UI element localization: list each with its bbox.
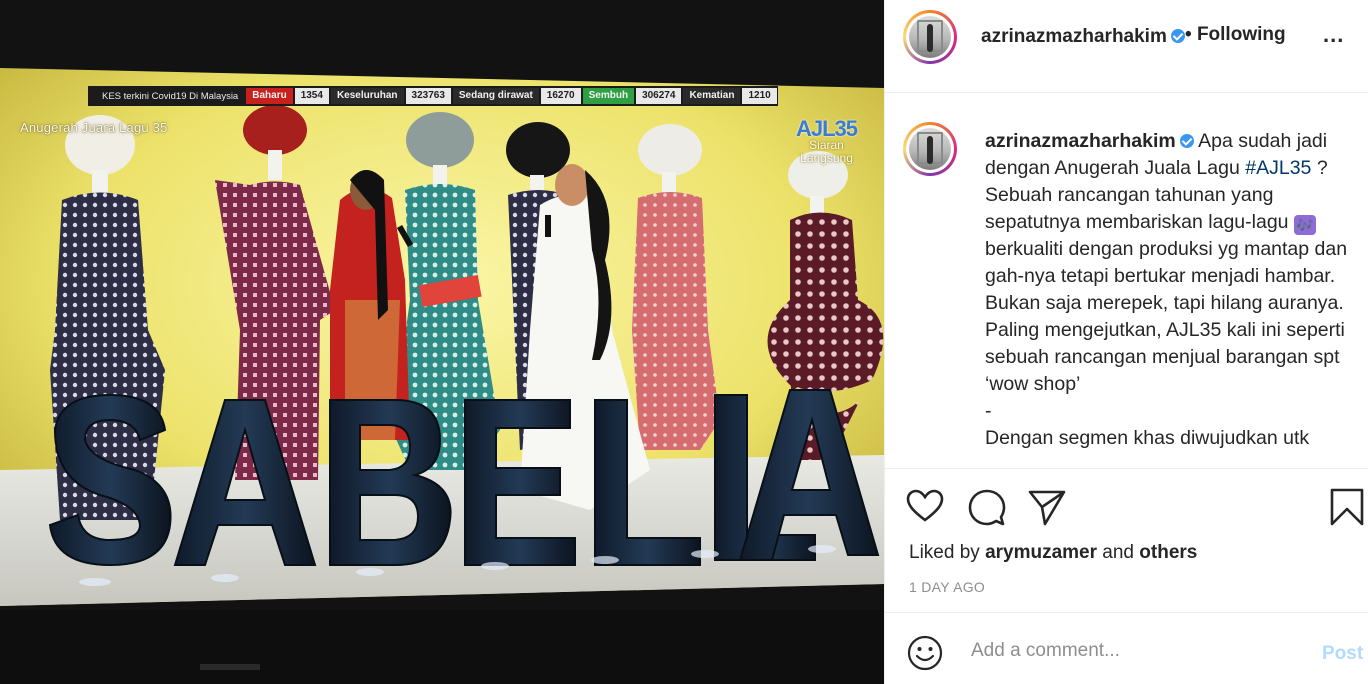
ticker-label-baharu: Baharu [246, 88, 293, 104]
post-photo[interactable]: KES terkini Covid19 Di Malaysia Baharu 1… [0, 0, 884, 684]
covid-ticker: KES terkini Covid19 Di Malaysia Baharu 1… [88, 86, 778, 106]
header-username-text[interactable]: azrinazmazharhakim [981, 26, 1167, 47]
comments-area[interactable]: azrinazmazharhakim Apa sudah jadi dengan… [885, 94, 1368, 468]
ticker-value-kematian: 1210 [742, 88, 777, 104]
post-caption: azrinazmazharhakim Apa sudah jadi dengan… [985, 128, 1355, 452]
ticker-label-sembuh: Sembuh [582, 88, 635, 104]
caption-text-3: berkualiti dengan produksi yg mantap dan… [985, 238, 1348, 395]
action-bar [885, 468, 1368, 544]
ticker-title: KES terkini Covid19 Di Malaysia [102, 90, 239, 102]
ticker-label-keseluruhan: Keseluruhan [330, 88, 404, 104]
post-side-panel: azrinazmazharhakim • Following ... azrin… [884, 0, 1368, 684]
caption-username[interactable]: azrinazmazharhakim [985, 130, 1176, 152]
verified-badge-icon [1170, 29, 1185, 43]
ticker-label-dirawat: Sedang dirawat [452, 88, 539, 104]
caption-avatar[interactable] [903, 122, 957, 176]
hashtag-link[interactable]: #AJL35 [1245, 157, 1311, 179]
add-comment-input[interactable] [969, 635, 1273, 667]
ticker-value-dirawat: 16270 [540, 88, 581, 104]
post-comment-button[interactable]: Post [1322, 643, 1363, 665]
likes-others-link[interactable]: others [1139, 542, 1197, 563]
likes-prefix: Liked by [909, 542, 980, 563]
more-options-icon[interactable]: ... [1323, 22, 1344, 48]
ticker-value-sembuh: 306274 [636, 88, 682, 104]
post-timestamp[interactable]: 1 DAY AGO [909, 579, 985, 595]
comment-bubble-icon[interactable] [967, 487, 1007, 527]
post-header: azrinazmazharhakim • Following ... [885, 0, 1368, 93]
likes-summary: Liked by arymuzamer and others [909, 542, 1197, 564]
following-button[interactable]: • Following [1185, 24, 1286, 46]
ticker-value-keseluruhan: 323763 [405, 88, 451, 104]
broadcast-logo: AJL35 Siaran Langsung [796, 118, 858, 165]
header-username[interactable]: azrinazmazharhakim [981, 26, 1185, 48]
ticker-label-kematian: Kematian [683, 88, 741, 104]
share-paper-plane-icon[interactable] [1027, 487, 1067, 527]
bookmark-save-icon[interactable] [1327, 487, 1367, 527]
separator-dot: • [1185, 24, 1192, 45]
emoji-smiley-icon[interactable] [907, 635, 943, 671]
ticker-value-baharu: 1354 [294, 88, 329, 104]
like-heart-icon[interactable] [905, 487, 945, 527]
following-label[interactable]: Following [1197, 24, 1286, 45]
caption-text-4: Dengan segmen khas diwujudkan utk [985, 427, 1310, 449]
avatar[interactable] [903, 10, 957, 64]
likes-and: and [1102, 542, 1134, 563]
caption-dash: - [985, 400, 992, 422]
logo-sub-2: Langsung [800, 151, 853, 165]
music-note-emoji-icon: 🎶 [1293, 215, 1316, 235]
channel-name: Anugerah Juara Lagu 35 [20, 120, 168, 135]
liked-by-user-link[interactable]: arymuzamer [985, 542, 1097, 563]
caption-verified-badge-icon [1179, 134, 1194, 148]
add-comment-bar: Post [885, 612, 1368, 684]
